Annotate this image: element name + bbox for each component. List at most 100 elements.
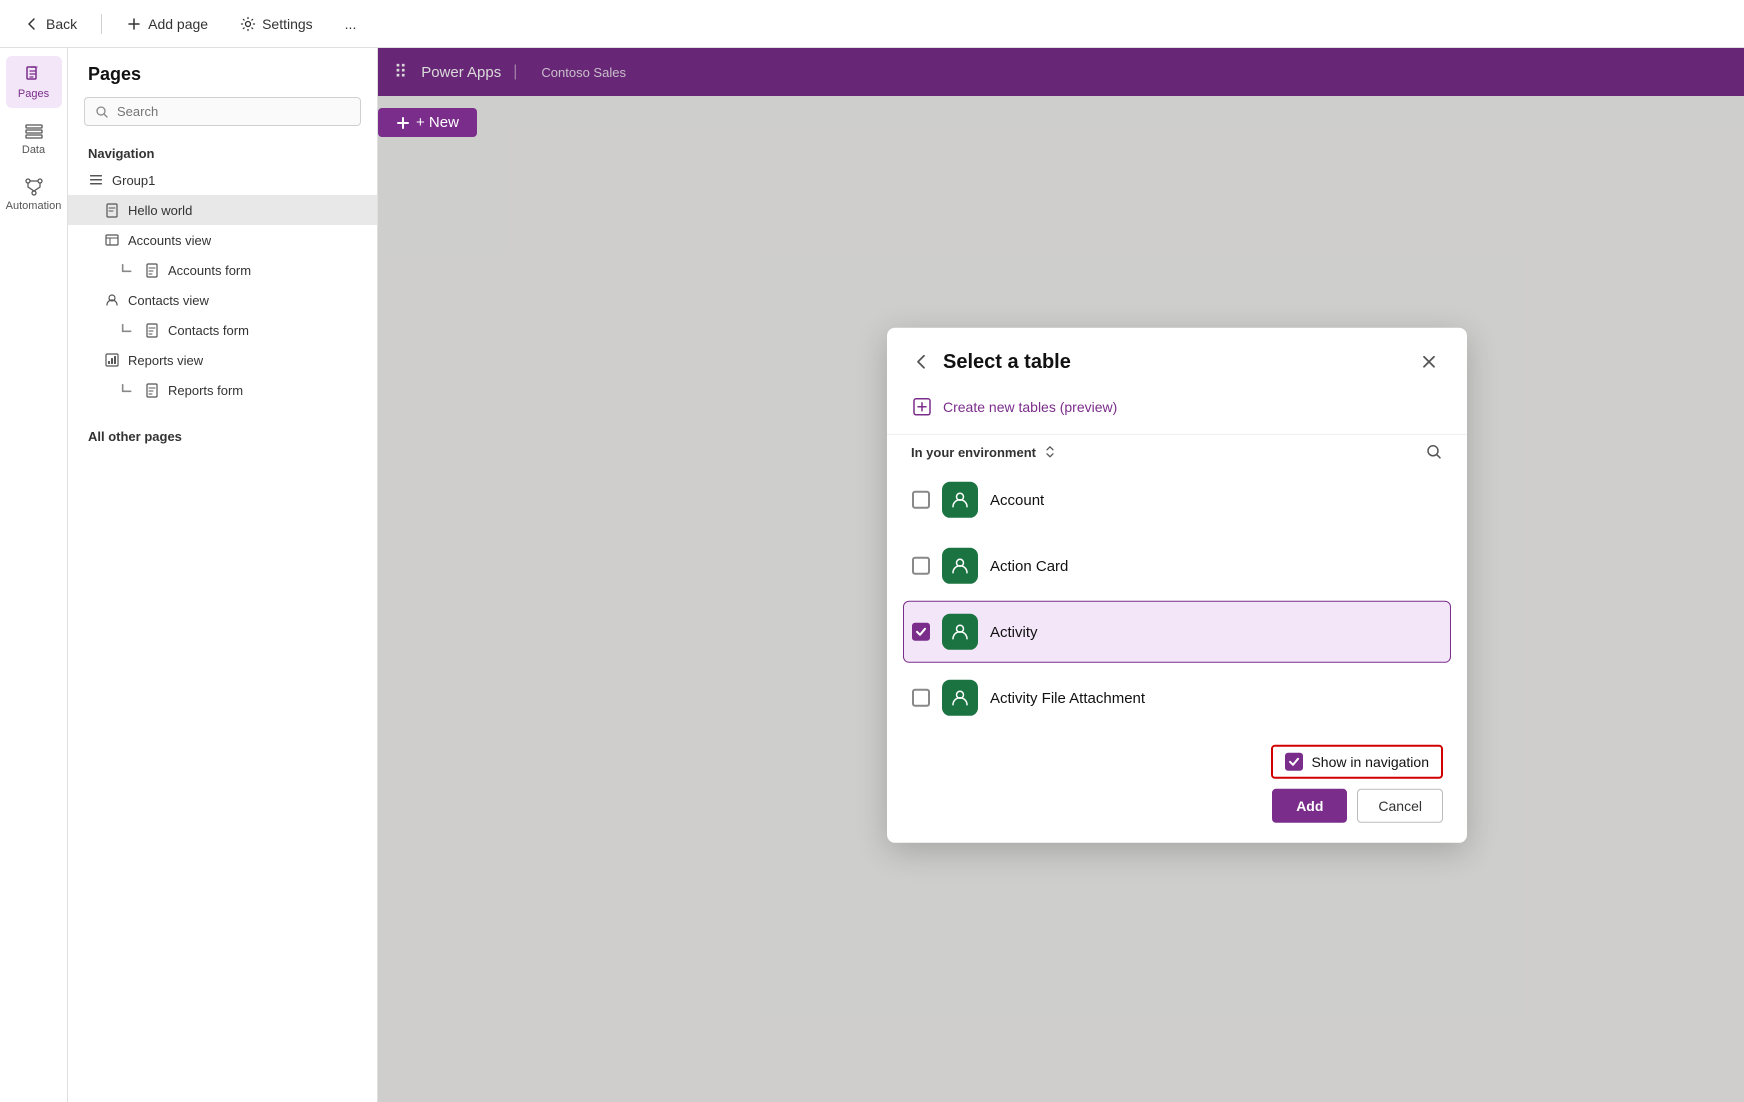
dialog-footer: Show in navigation Add Cancel xyxy=(887,733,1467,843)
hello-world-item[interactable]: Hello world xyxy=(68,195,377,225)
create-new-tables[interactable]: Create new tables (preview) xyxy=(887,388,1467,434)
activity-name: Activity xyxy=(990,623,1038,640)
env-text: In your environment xyxy=(911,444,1036,459)
contacts-view-item[interactable]: Contacts view xyxy=(68,285,377,315)
pages-label: Pages xyxy=(18,88,49,100)
nav-check-icon xyxy=(1288,756,1300,768)
reports-view-item[interactable]: Reports view xyxy=(68,345,377,375)
action-card-checkbox[interactable] xyxy=(912,557,930,575)
reports-form-item[interactable]: Reports form xyxy=(68,375,377,405)
contacts-form-icon xyxy=(144,322,160,338)
sidebar-item-pages[interactable]: Pages xyxy=(6,56,62,108)
check-icon xyxy=(915,626,927,638)
back-icon xyxy=(24,16,40,32)
automation-icon xyxy=(23,176,45,198)
pages-title: Pages xyxy=(68,48,377,97)
sidebar-item-automation[interactable]: Automation xyxy=(6,168,62,220)
activity-file-icon xyxy=(942,680,978,716)
add-button[interactable]: Add xyxy=(1272,789,1347,823)
back-label: Back xyxy=(46,16,77,32)
env-search-button[interactable] xyxy=(1425,443,1443,461)
pages-icon xyxy=(23,64,45,86)
plus-icon xyxy=(126,16,142,32)
sidebar-item-data[interactable]: Data xyxy=(6,112,62,164)
env-search-icon xyxy=(1425,443,1443,461)
activity-checkbox[interactable] xyxy=(912,623,930,641)
data-icon xyxy=(23,120,45,142)
cancel-button[interactable]: Cancel xyxy=(1357,789,1443,823)
select-table-dialog: Select a table Create new tables (previe… xyxy=(887,328,1467,843)
action-card-icon xyxy=(942,548,978,584)
account-icon xyxy=(942,482,978,518)
more-button[interactable]: ... xyxy=(337,12,365,36)
account-name: Account xyxy=(990,491,1044,508)
table-item-activity[interactable]: Activity xyxy=(903,601,1451,663)
activity-table-icon xyxy=(949,621,971,643)
reports-icon xyxy=(104,352,120,368)
show-nav-label: Show in navigation xyxy=(1311,754,1429,770)
more-label: ... xyxy=(345,16,357,32)
reports-view-label: Reports view xyxy=(128,353,203,368)
dialog-header: Select a table xyxy=(887,328,1467,388)
env-row: In your environment xyxy=(887,434,1467,469)
activity-icon xyxy=(942,614,978,650)
contacts-form-label: Contacts form xyxy=(168,323,249,338)
indent-icon2 xyxy=(120,322,136,338)
main-layout: Pages Data Automation Pages xyxy=(0,48,1744,1102)
settings-label: Settings xyxy=(262,16,313,32)
dialog-close-button[interactable] xyxy=(1415,348,1443,376)
dialog-action-row: Add Cancel xyxy=(1272,789,1443,823)
all-other-pages-label: All other pages xyxy=(68,421,377,448)
page-icon xyxy=(104,202,120,218)
group1-label: Group1 xyxy=(112,173,155,188)
activity-file-name: Activity File Attachment xyxy=(990,689,1145,706)
table-list: Account Action Card xyxy=(887,469,1467,733)
create-new-label: Create new tables (preview) xyxy=(943,399,1117,415)
table-item-activity-file[interactable]: Activity File Attachment xyxy=(903,667,1451,729)
activity-file-checkbox[interactable] xyxy=(912,689,930,707)
add-page-label: Add page xyxy=(148,16,208,32)
contacts-form-item[interactable]: Contacts form xyxy=(68,315,377,345)
table-icon xyxy=(104,232,120,248)
create-table-icon xyxy=(911,396,933,418)
sort-icon xyxy=(1042,444,1058,460)
add-page-button[interactable]: Add page xyxy=(118,12,216,36)
search-input[interactable] xyxy=(117,104,350,119)
data-label: Data xyxy=(22,144,45,156)
hello-world-label: Hello world xyxy=(128,203,192,218)
accounts-form-item[interactable]: Accounts form xyxy=(68,255,377,285)
list-icon xyxy=(88,172,104,188)
reports-form-icon xyxy=(144,382,160,398)
accounts-view-label: Accounts view xyxy=(128,233,211,248)
search-box[interactable] xyxy=(84,97,361,126)
new-plus-icon xyxy=(396,116,410,130)
settings-button[interactable]: Settings xyxy=(232,12,321,36)
accounts-form-label: Accounts form xyxy=(168,263,251,278)
indent-icon xyxy=(120,262,136,278)
pages-panel: Pages Navigation Group1 Hello wor xyxy=(68,48,378,1102)
new-label: + New xyxy=(416,114,459,131)
icon-sidebar: Pages Data Automation xyxy=(0,48,68,1102)
show-in-navigation-row[interactable]: Show in navigation xyxy=(1271,745,1443,779)
contacts-view-label: Contacts view xyxy=(128,293,209,308)
back-button[interactable]: Back xyxy=(16,12,85,36)
accounts-view-item[interactable]: Accounts view xyxy=(68,225,377,255)
table-item-account[interactable]: Account xyxy=(903,469,1451,531)
contacts-icon xyxy=(104,292,120,308)
search-icon xyxy=(95,105,109,119)
new-button[interactable]: + New xyxy=(378,108,477,137)
group1-item[interactable]: Group1 xyxy=(68,165,377,195)
activity-file-table-icon xyxy=(949,687,971,709)
show-nav-checkbox[interactable] xyxy=(1285,753,1303,771)
env-label: In your environment xyxy=(911,444,1058,460)
settings-icon xyxy=(240,16,256,32)
table-item-action-card[interactable]: Action Card xyxy=(903,535,1451,597)
account-table-icon xyxy=(949,489,971,511)
account-checkbox[interactable] xyxy=(912,491,930,509)
dialog-back-button[interactable] xyxy=(911,352,931,372)
form-icon xyxy=(144,262,160,278)
close-icon xyxy=(1419,352,1439,372)
navigation-label: Navigation xyxy=(68,138,377,165)
automation-label: Automation xyxy=(6,200,62,212)
dialog-title-row: Select a table xyxy=(911,350,1071,373)
